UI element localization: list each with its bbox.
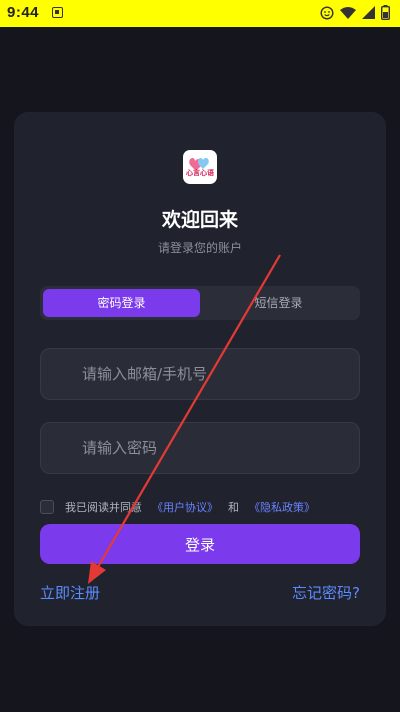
password-input[interactable]: [41, 423, 359, 473]
account-input[interactable]: [41, 349, 359, 399]
forgot-password-link[interactable]: 忘记密码?: [292, 582, 360, 603]
signal-icon: [362, 6, 375, 19]
page-title: 欢迎回来: [161, 209, 238, 231]
agree-text: 我已阅读并同意: [65, 501, 142, 514]
privacy-policy-link[interactable]: 《隐私政策》: [249, 499, 315, 515]
status-icons: [320, 5, 390, 20]
status-time: 9:44: [7, 4, 40, 21]
face-icon: [320, 5, 334, 20]
status-bar: 9:44: [0, 0, 400, 27]
account-field: [40, 348, 360, 400]
agreement-row: 我已阅读并同意 《用户协议》 和 《隐私政策》: [40, 498, 315, 516]
password-field: [40, 422, 360, 474]
app-logo: 心言心语: [183, 150, 217, 184]
wifi-icon: [340, 7, 356, 19]
login-button[interactable]: 登录: [40, 524, 360, 564]
battery-icon: [381, 5, 390, 20]
agree-checkbox[interactable]: [40, 500, 54, 514]
page-subtitle: 请登录您的账户: [157, 241, 242, 255]
tab-sms-login[interactable]: 短信登录: [200, 289, 357, 317]
notification-icon: [52, 7, 63, 18]
and-text: 和: [228, 501, 239, 514]
heart-logo-icon: [189, 157, 209, 171]
register-link[interactable]: 立即注册: [40, 582, 100, 603]
tab-password-login[interactable]: 密码登录: [43, 289, 200, 317]
logo-text: 心言心语: [186, 169, 214, 177]
login-method-tabs: 密码登录 短信登录: [40, 286, 360, 320]
user-agreement-link[interactable]: 《用户协议》: [152, 499, 218, 515]
